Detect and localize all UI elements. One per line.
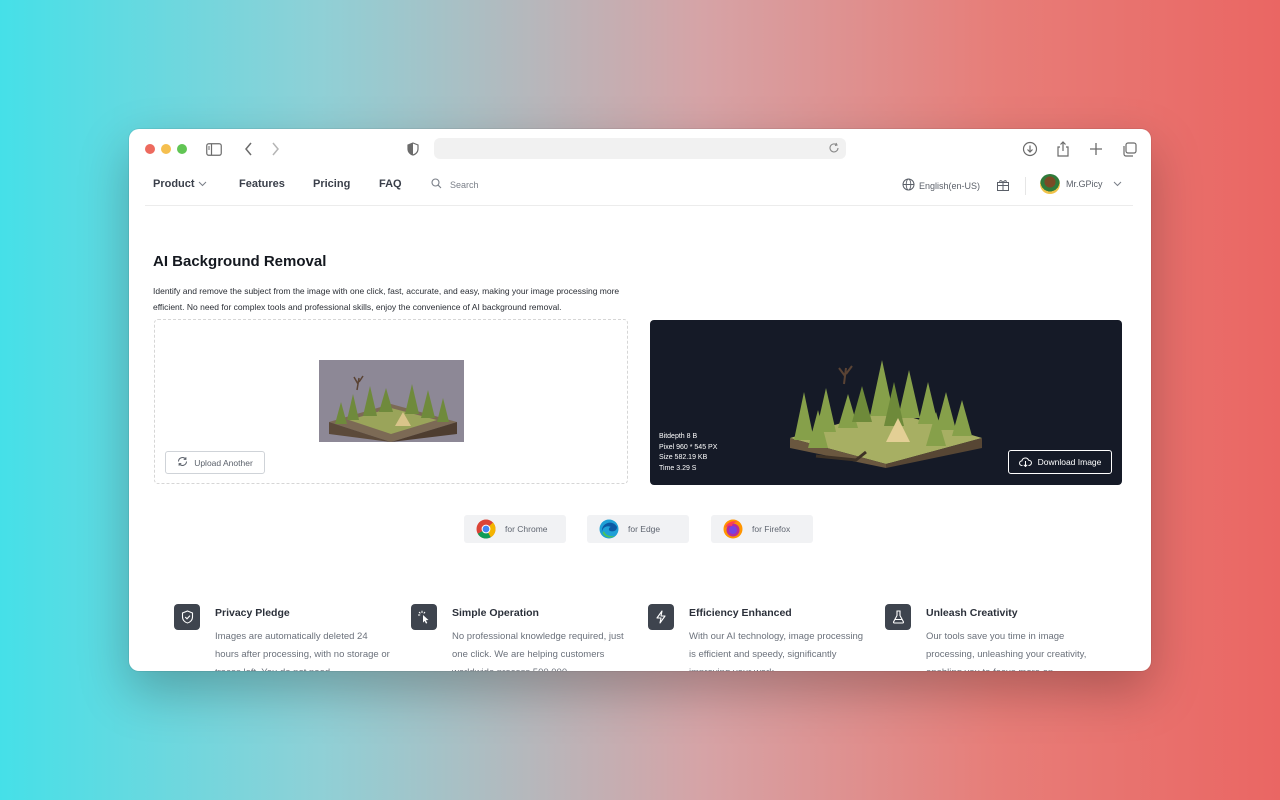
browser-toolbar xyxy=(129,129,1151,169)
download-image-button[interactable]: Download Image xyxy=(1008,450,1112,474)
processed-image xyxy=(790,360,982,468)
page-title: AI Background Removal xyxy=(153,253,327,270)
firefox-icon xyxy=(723,519,743,539)
language-label: English(en-US) xyxy=(919,180,981,191)
extension-edge-button[interactable]: for Edge xyxy=(587,515,689,543)
flask-icon xyxy=(885,604,911,630)
extension-firefox-button[interactable]: for Firefox xyxy=(711,515,813,543)
close-window-button[interactable] xyxy=(145,144,155,154)
size-value: Size 582.19 KB xyxy=(659,454,708,461)
reload-icon[interactable] xyxy=(828,141,842,155)
lightning-icon xyxy=(648,604,674,630)
browser-window: Product Features Pricing FAQ Search Engl… xyxy=(129,129,1151,671)
sidebar-toggle-icon[interactable] xyxy=(204,139,224,159)
header-divider xyxy=(1025,177,1026,195)
feature-title: Privacy Pledge xyxy=(215,607,290,619)
search-placeholder: Search xyxy=(450,179,479,190)
address-bar[interactable] xyxy=(434,138,846,159)
page-description: Identify and remove the subject from the… xyxy=(153,286,620,312)
language-selector[interactable]: English(en-US) xyxy=(902,178,980,193)
search-icon xyxy=(431,178,442,191)
feature-description: Images are automatically deleted 24 hour… xyxy=(215,631,390,671)
feature-description: No professional knowledge required, just… xyxy=(452,631,624,671)
pointer-click-icon xyxy=(411,604,437,630)
nav-product[interactable]: Product xyxy=(153,178,207,190)
result-preview: Bitdepth 8 B Pixel 960 * 545 PX Size 582… xyxy=(650,320,1122,485)
chevron-down-icon xyxy=(198,178,207,190)
original-image-thumbnail xyxy=(319,360,464,442)
new-tab-icon[interactable] xyxy=(1086,139,1106,159)
maximize-window-button[interactable] xyxy=(177,144,187,154)
search-input[interactable]: Search xyxy=(431,178,479,191)
feature-description: With our AI technology, image processing… xyxy=(689,631,864,671)
pixel-value: Pixel 960 * 545 PX xyxy=(659,443,718,451)
feature-title: Simple Operation xyxy=(452,607,539,619)
shield-check-icon xyxy=(174,604,200,630)
site-header: Product Features Pricing FAQ Search Engl… xyxy=(145,169,1133,206)
chevron-down-icon xyxy=(1113,179,1122,189)
minimize-window-button[interactable] xyxy=(161,144,171,154)
globe-icon xyxy=(902,178,915,193)
extension-chrome-button[interactable]: for Chrome xyxy=(464,515,566,543)
cloud-download-icon xyxy=(1018,456,1032,469)
share-icon[interactable] xyxy=(1053,139,1073,159)
privacy-shield-icon[interactable] xyxy=(403,139,423,159)
image-metadata: Bitdepth 8 B Pixel 960 * 545 PX Size 582… xyxy=(659,432,717,474)
tab-overview-icon[interactable] xyxy=(1119,139,1139,159)
upload-dropzone[interactable]: Upload Another xyxy=(154,319,628,484)
nav-product-label: Product xyxy=(153,178,195,190)
refresh-icon xyxy=(177,456,188,469)
upload-another-label: Upload Another xyxy=(194,457,253,468)
bitdepth-value: Bitdepth 8 B xyxy=(659,433,698,440)
feature-title: Efficiency Enhanced xyxy=(689,607,792,619)
nav-features[interactable]: Features xyxy=(239,178,285,190)
extension-chrome-label: for Chrome xyxy=(505,524,548,534)
feature-title: Unleash Creativity xyxy=(926,607,1018,619)
user-menu[interactable]: Mr.GPicy xyxy=(1040,174,1122,194)
back-icon[interactable] xyxy=(239,139,259,159)
username-label: Mr.GPicy xyxy=(1066,179,1103,189)
gift-icon[interactable] xyxy=(996,178,1010,192)
extension-edge-label: for Edge xyxy=(628,524,661,534)
edge-icon xyxy=(599,519,619,539)
feature-description: Our tools save you time in image process… xyxy=(926,631,1087,671)
chrome-icon xyxy=(476,519,496,539)
upload-another-button[interactable]: Upload Another xyxy=(165,451,265,474)
extension-firefox-label: for Firefox xyxy=(752,524,791,534)
time-value: Time 3.29 S xyxy=(659,464,697,472)
download-image-label: Download Image xyxy=(1037,457,1102,467)
nav-pricing[interactable]: Pricing xyxy=(313,178,350,190)
nav-faq[interactable]: FAQ xyxy=(379,178,402,190)
avatar xyxy=(1040,174,1060,194)
forward-icon[interactable] xyxy=(265,139,285,159)
downloads-icon[interactable] xyxy=(1020,139,1040,159)
